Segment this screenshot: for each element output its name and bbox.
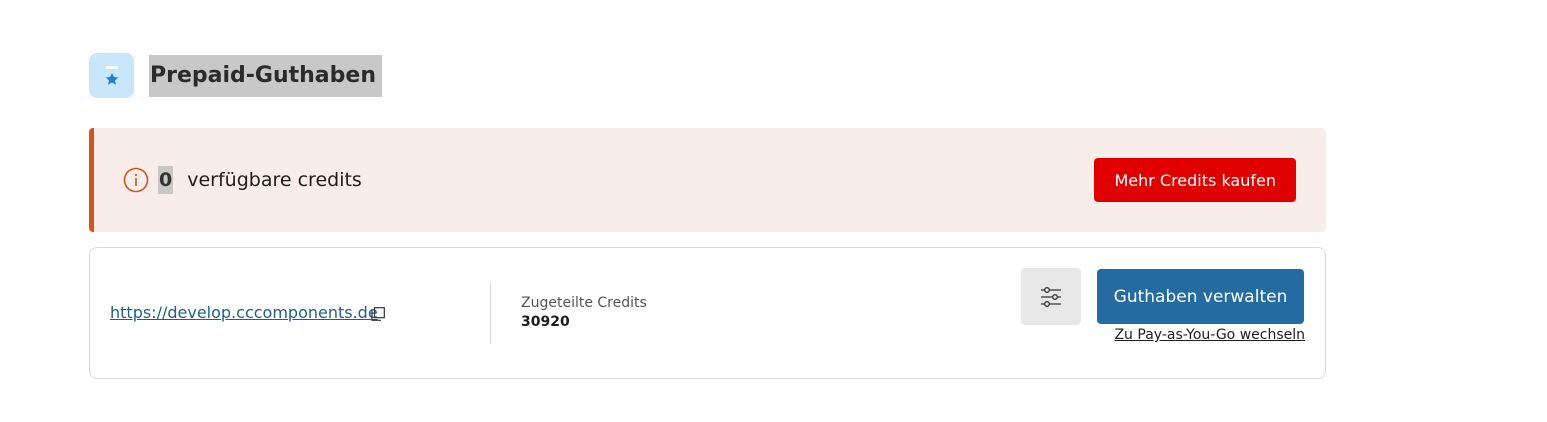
switch-to-payg-link[interactable]: Zu Pay-as-You-Go wechseln [1114, 327, 1305, 343]
available-credits-label: verfügbare credits [187, 169, 362, 191]
divider [490, 282, 491, 344]
credits-alert: 0 verfügbare credits Mehr Credits kaufen [89, 128, 1326, 232]
buy-credits-button[interactable]: Mehr Credits kaufen [1094, 158, 1296, 202]
page-title: Prepaid-Guthaben [149, 54, 382, 97]
wallet-star-icon [89, 53, 134, 98]
allocated-credits-value: 30920 [521, 314, 570, 330]
page-header: Prepaid-Guthaben [89, 53, 382, 98]
allocated-credits-label: Zugeteilte Credits [521, 295, 647, 311]
available-credits-count: 0 [158, 166, 174, 194]
settings-button[interactable] [1021, 268, 1081, 325]
credit-allocation-card: https://develop.cccomponents.de Zugeteil… [89, 247, 1326, 379]
allocated-credits: Zugeteilte Credits 30920 [521, 294, 647, 332]
manage-credits-button[interactable]: Guthaben verwalten [1097, 269, 1304, 324]
copy-icon[interactable] [371, 307, 385, 321]
info-icon [123, 167, 149, 193]
domain-link[interactable]: https://develop.cccomponents.de [110, 303, 378, 322]
sliders-icon [1041, 286, 1061, 307]
